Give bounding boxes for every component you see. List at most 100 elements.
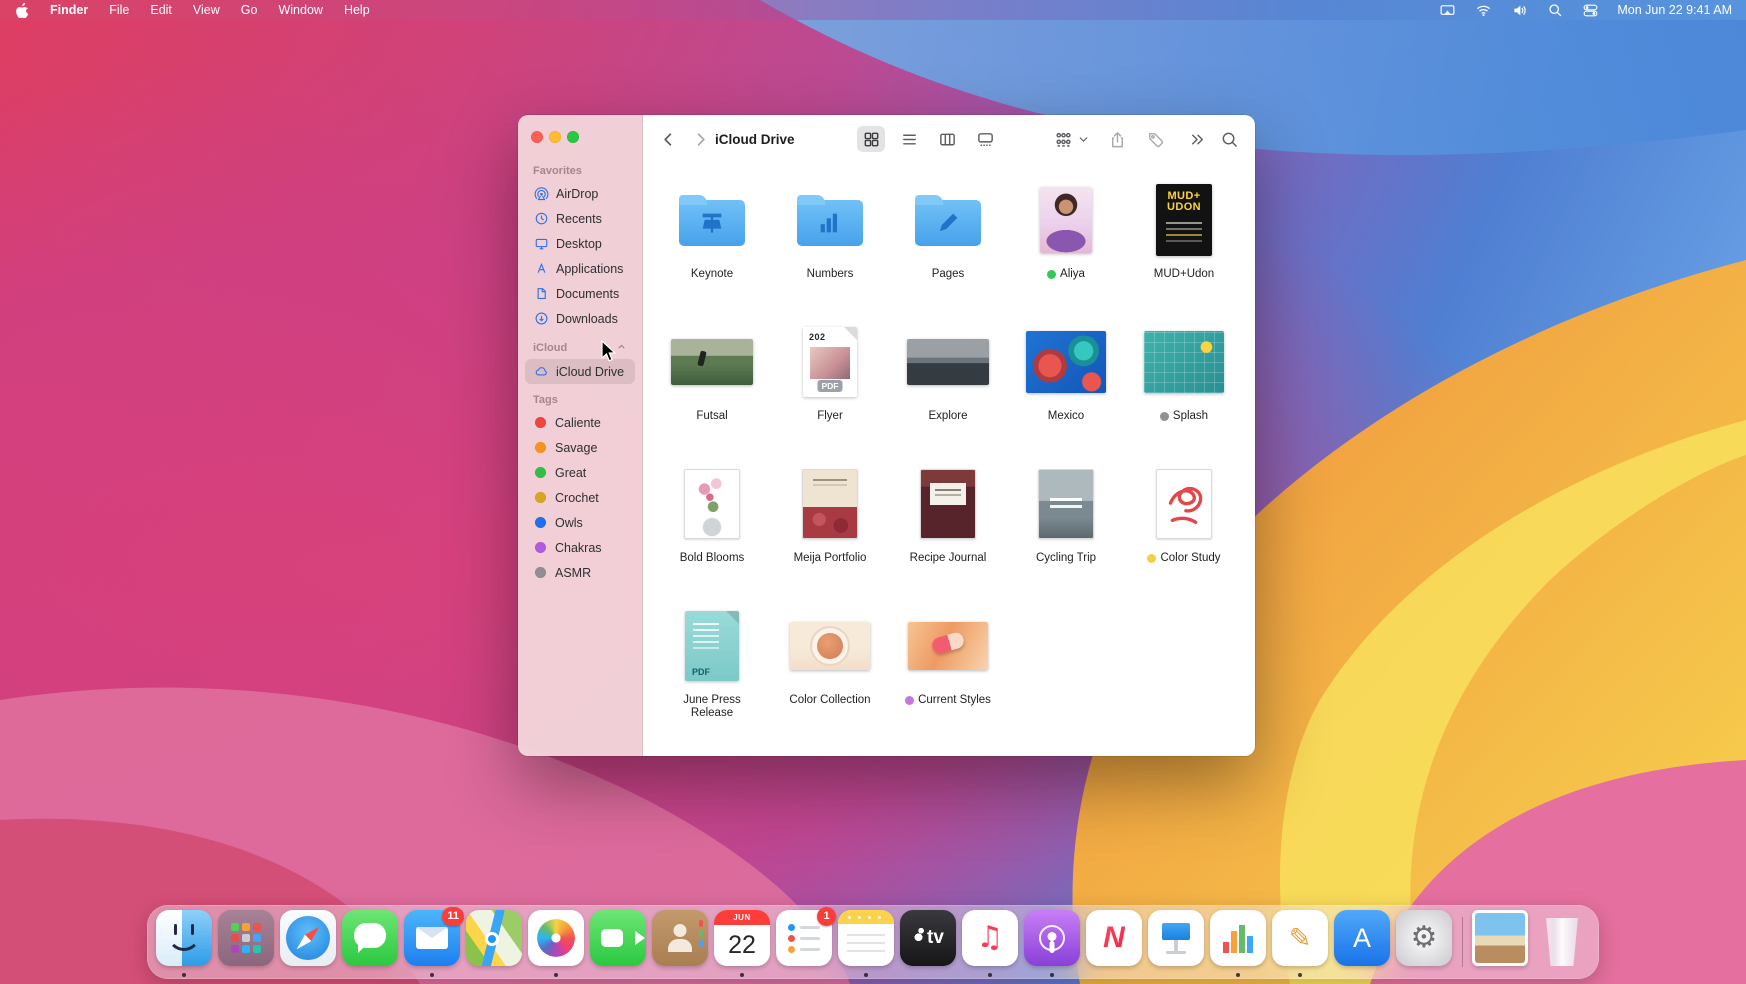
spotlight-icon[interactable]	[1547, 2, 1563, 18]
columns-view-button[interactable]	[933, 126, 961, 152]
sidebar-item-downloads[interactable]: Downloads	[525, 306, 635, 331]
file-item-color-collection[interactable]: Color Collection	[771, 601, 889, 743]
sidebar-item-chakras[interactable]: Chakras	[525, 535, 635, 560]
recipe-journal-thumbnail	[920, 469, 976, 539]
dock-item-keynote[interactable]	[1145, 910, 1207, 974]
file-item-mexico[interactable]: Mexico	[1007, 317, 1125, 459]
sidebar-item-icloud-drive[interactable]: iCloud Drive	[525, 359, 635, 384]
search-button[interactable]	[1215, 126, 1243, 152]
cycling-trip-thumbnail	[1038, 469, 1094, 539]
close-button[interactable]	[531, 131, 543, 143]
tag-button[interactable]	[1141, 126, 1169, 152]
dock-item-calendar[interactable]: JUN 22	[711, 910, 773, 977]
sidebar-item-label: Documents	[556, 286, 620, 301]
sidebar-item-documents[interactable]: Documents	[525, 281, 635, 306]
gallery-view-button[interactable]	[971, 126, 999, 152]
grid-view-button[interactable]	[857, 126, 885, 152]
file-item-cycling-trip[interactable]: Cycling Trip	[1007, 459, 1125, 601]
file-item-splash[interactable]: Splash	[1125, 317, 1243, 459]
dock-item-app-store[interactable]: A	[1331, 910, 1393, 974]
dock-item-maps[interactable]	[463, 910, 525, 974]
sidebar-item-label: Chakras	[555, 540, 602, 555]
apple-menu[interactable]	[16, 2, 29, 18]
screen-mirroring-icon[interactable]	[1439, 2, 1456, 19]
file-item-pages[interactable]: Pages	[889, 175, 1007, 317]
sidebar-item-caliente[interactable]: Caliente	[525, 410, 635, 435]
dock-item-notes[interactable]	[835, 910, 897, 977]
file-item-mud-udon[interactable]: MUD+ UDON MUD+Udon	[1125, 175, 1243, 317]
menu-item-window[interactable]: Window	[278, 3, 322, 17]
control-center-icon[interactable]	[1582, 2, 1599, 19]
group-by-button[interactable]	[1049, 126, 1077, 152]
sidebar-item-airdrop[interactable]: AirDrop	[525, 181, 635, 206]
dock-item-downloads-stack[interactable]	[1469, 910, 1531, 974]
dock-separator	[1455, 910, 1469, 974]
more-toolbar-items-button[interactable]	[1183, 126, 1211, 152]
dock-item-launchpad[interactable]	[215, 910, 277, 974]
file-item-flyer[interactable]: 202 PDF Flyer	[771, 317, 889, 459]
dock-item-messages[interactable]	[339, 910, 401, 974]
dock-item-music[interactable]: ♫	[959, 910, 1021, 977]
sidebar-item-label: Savage	[555, 440, 598, 455]
dock-item-system-preferences[interactable]: ⚙	[1393, 910, 1455, 974]
mouse-cursor	[601, 340, 617, 362]
dock-item-pages[interactable]: ✎	[1269, 910, 1331, 977]
dock-item-numbers[interactable]	[1207, 910, 1269, 977]
file-item-current-styles[interactable]: Current Styles	[889, 601, 1007, 743]
file-item-keynote[interactable]: Keynote	[653, 175, 771, 317]
file-item-futsal[interactable]: Futsal	[653, 317, 771, 459]
color-study-thumbnail	[1156, 469, 1212, 539]
menu-bar-clock[interactable]: Mon Jun 22 9:41 AM	[1617, 3, 1732, 17]
menu-item-view[interactable]: View	[193, 3, 220, 17]
dock-item-podcasts[interactable]	[1021, 910, 1083, 977]
menu-item-help[interactable]: Help	[344, 3, 370, 17]
dock-item-contacts[interactable]	[649, 910, 711, 974]
dock-item-apple-tv[interactable]: tv	[897, 910, 959, 974]
zoom-button[interactable]	[567, 131, 579, 143]
menu-item-edit[interactable]: Edit	[150, 3, 172, 17]
share-button[interactable]	[1103, 126, 1131, 152]
sidebar-item-asmr[interactable]: ASMR	[525, 560, 635, 585]
dock-item-reminders[interactable]: 1	[773, 907, 836, 974]
running-indicator-dot	[182, 973, 186, 977]
wifi-icon[interactable]	[1475, 2, 1492, 19]
file-item-explore[interactable]: Explore	[889, 317, 1007, 459]
tag-color-dot	[535, 467, 546, 478]
minimize-button[interactable]	[549, 131, 561, 143]
menu-item-go[interactable]: Go	[241, 3, 258, 17]
sidebar-item-crochet[interactable]: Crochet	[525, 485, 635, 510]
dock-item-photos[interactable]	[525, 910, 587, 977]
back-button[interactable]	[654, 126, 682, 152]
tag-color-dot	[535, 517, 546, 528]
sidebar-item-owls[interactable]: Owls	[525, 510, 635, 535]
sidebar-item-recents[interactable]: Recents	[525, 206, 635, 231]
forward-button[interactable]	[686, 126, 714, 152]
file-item-recipe-journal[interactable]: Recipe Journal	[889, 459, 1007, 601]
sidebar-item-desktop[interactable]: Desktop	[525, 231, 635, 256]
file-item-aliya[interactable]: Aliya	[1007, 175, 1125, 317]
dock-item-safari[interactable]	[277, 910, 339, 974]
sidebar-item-great[interactable]: Great	[525, 460, 635, 485]
file-item-color-study[interactable]: Color Study	[1125, 459, 1243, 601]
finder-toolbar: iCloud Drive	[643, 115, 1255, 163]
file-item-bold-blooms[interactable]: Bold Blooms	[653, 459, 771, 601]
dock-item-mail[interactable]: 11	[401, 907, 464, 977]
dock-item-finder[interactable]	[153, 910, 215, 977]
sidebar-item-applications[interactable]: Applications	[525, 256, 635, 281]
group-by-chevron-icon[interactable]	[1075, 126, 1091, 152]
sidebar-item-label: Desktop	[556, 236, 602, 251]
volume-icon[interactable]	[1511, 2, 1528, 19]
file-item-june-press-release[interactable]: PDF June Press Release	[653, 601, 771, 743]
file-name: Color Study	[1147, 552, 1221, 565]
file-item-meija-portfolio[interactable]: Meija Portfolio	[771, 459, 889, 601]
running-indicator-dot	[740, 973, 744, 977]
sidebar-item-savage[interactable]: Savage	[525, 435, 635, 460]
dock-item-facetime[interactable]	[587, 910, 649, 974]
dock-item-trash[interactable]	[1531, 910, 1593, 974]
list-view-button[interactable]	[895, 126, 923, 152]
dock-item-news[interactable]: N	[1083, 910, 1145, 974]
app-menu-finder[interactable]: Finder	[50, 3, 88, 17]
menu-item-file[interactable]: File	[109, 3, 129, 17]
file-item-numbers[interactable]: Numbers	[771, 175, 889, 317]
file-name: Flyer	[817, 410, 843, 422]
